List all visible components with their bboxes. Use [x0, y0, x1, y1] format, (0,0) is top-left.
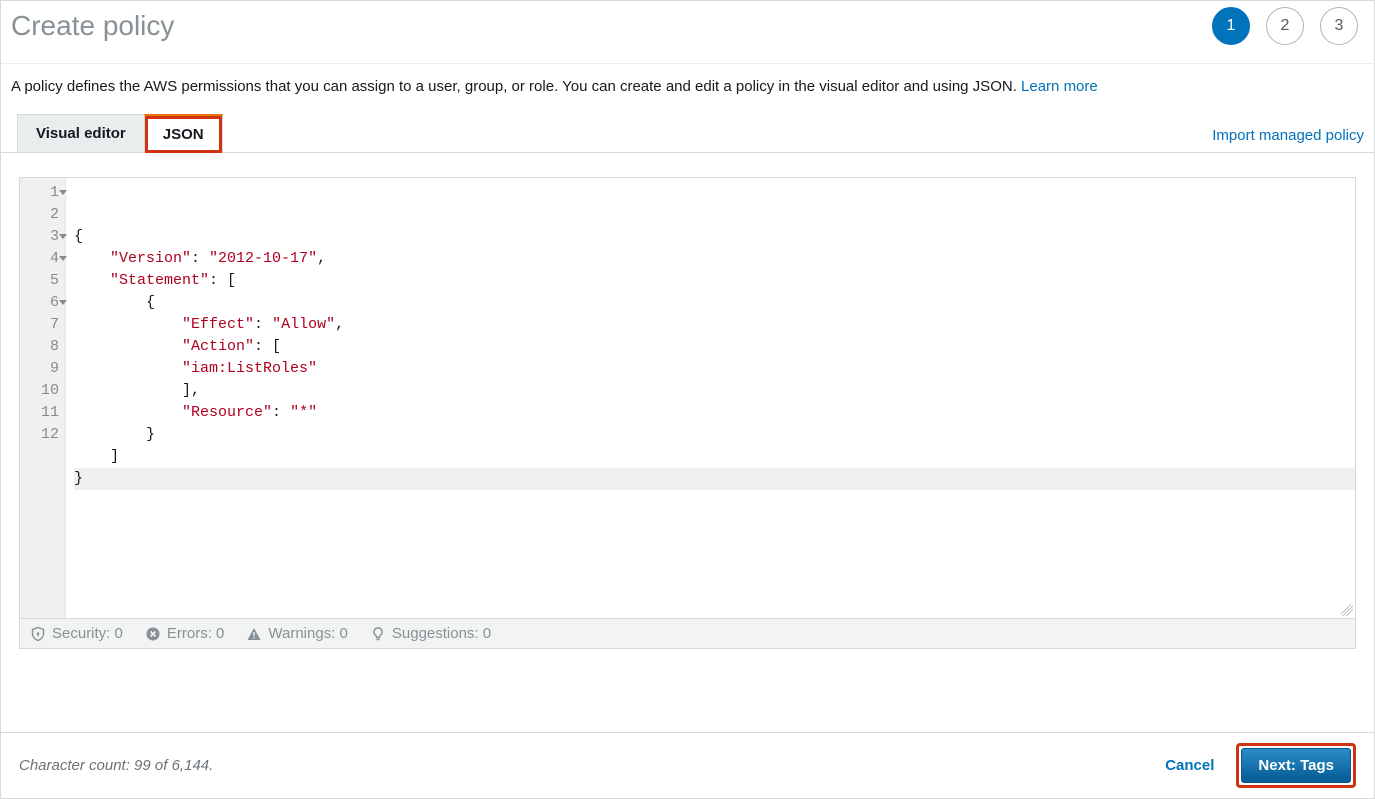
line-number: 1: [20, 182, 59, 204]
code-area[interactable]: { "Version": "2012-10-17", "Statement": …: [66, 178, 1355, 618]
code-editor[interactable]: 123456789101112 { "Version": "2012-10-17…: [20, 178, 1355, 618]
code-line[interactable]: {: [74, 292, 1355, 314]
line-number: 7: [20, 314, 59, 336]
step-indicator: 1 2 3: [1212, 7, 1358, 45]
page-footer: Character count: 99 of 6,144. Cancel Nex…: [1, 732, 1374, 798]
status-security-label: Security: 0: [52, 625, 123, 642]
footer-actions: Cancel Next: Tags: [1157, 743, 1356, 788]
cancel-button[interactable]: Cancel: [1157, 751, 1222, 780]
page-title: Create policy: [11, 10, 174, 42]
resize-handle[interactable]: [1339, 602, 1353, 616]
code-line[interactable]: ]: [74, 446, 1355, 468]
warning-icon: [246, 626, 262, 642]
error-icon: [145, 626, 161, 642]
code-line[interactable]: "Resource": "*": [74, 402, 1355, 424]
code-line[interactable]: }: [74, 468, 1355, 490]
status-errors-label: Errors: 0: [167, 625, 225, 642]
line-number-gutter: 123456789101112: [20, 178, 66, 618]
tab-visual-editor[interactable]: Visual editor: [17, 114, 145, 152]
status-warnings-label: Warnings: 0: [268, 625, 347, 642]
page-description: A policy defines the AWS permissions tha…: [1, 64, 1374, 103]
line-number: 8: [20, 336, 59, 358]
line-number: 4: [20, 248, 59, 270]
step-2[interactable]: 2: [1266, 7, 1304, 45]
line-number: 5: [20, 270, 59, 292]
line-number: 10: [20, 380, 59, 402]
code-line[interactable]: ],: [74, 380, 1355, 402]
tabs-row: Visual editor JSON Import managed policy: [1, 113, 1374, 153]
character-count: Character count: 99 of 6,144.: [19, 757, 213, 774]
shield-icon: [30, 626, 46, 642]
line-number: 6: [20, 292, 59, 314]
lightbulb-icon: [370, 626, 386, 642]
line-number: 2: [20, 204, 59, 226]
line-number: 12: [20, 424, 59, 446]
learn-more-link[interactable]: Learn more: [1021, 78, 1098, 95]
code-line[interactable]: }: [74, 424, 1355, 446]
status-warnings[interactable]: Warnings: 0: [246, 625, 347, 642]
next-tags-button[interactable]: Next: Tags: [1241, 748, 1351, 783]
create-policy-page: Create policy 1 2 3 A policy defines the…: [0, 0, 1375, 799]
step-3[interactable]: 3: [1320, 7, 1358, 45]
json-editor: 123456789101112 { "Version": "2012-10-17…: [19, 177, 1356, 618]
status-suggestions[interactable]: Suggestions: 0: [370, 625, 491, 642]
import-managed-policy-link[interactable]: Import managed policy: [1212, 127, 1364, 152]
code-line[interactable]: {: [74, 226, 1355, 248]
status-security[interactable]: Security: 0: [30, 625, 123, 642]
tab-json[interactable]: JSON: [144, 114, 223, 153]
editor-tabs: Visual editor JSON: [17, 113, 222, 152]
line-number: 9: [20, 358, 59, 380]
status-errors[interactable]: Errors: 0: [145, 625, 225, 642]
page-header: Create policy 1 2 3: [1, 1, 1374, 64]
code-line[interactable]: "Action": [: [74, 336, 1355, 358]
step-1[interactable]: 1: [1212, 7, 1250, 45]
code-line[interactable]: "Statement": [: [74, 270, 1355, 292]
line-number: 3: [20, 226, 59, 248]
code-line[interactable]: "Effect": "Allow",: [74, 314, 1355, 336]
line-number: 11: [20, 402, 59, 424]
status-suggestions-label: Suggestions: 0: [392, 625, 491, 642]
code-line[interactable]: "iam:ListRoles": [74, 358, 1355, 380]
code-line[interactable]: "Version": "2012-10-17",: [74, 248, 1355, 270]
description-text: A policy defines the AWS permissions tha…: [11, 78, 1021, 95]
editor-status-bar: Security: 0 Errors: 0 Warnings: 0 Sugges…: [19, 618, 1356, 649]
next-button-highlight: Next: Tags: [1236, 743, 1356, 788]
